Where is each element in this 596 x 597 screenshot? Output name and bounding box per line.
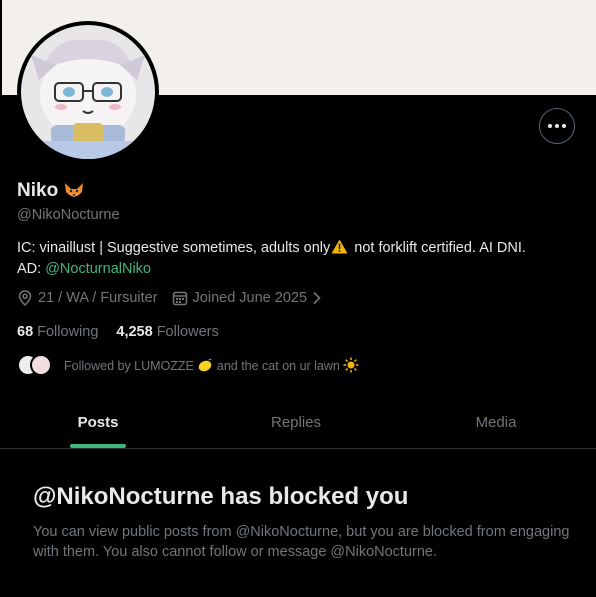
sun-emoji-icon	[343, 357, 359, 373]
tab-replies-label: Replies	[270, 414, 322, 431]
bio-ad-label: AD:	[17, 261, 46, 277]
tab-media-label: Media	[475, 414, 517, 431]
more-icon	[548, 124, 552, 128]
following-link[interactable]: 68 Following	[17, 324, 98, 340]
banner-edge	[0, 0, 2, 95]
blocked-message: You can view public posts from @NikoNoct…	[33, 524, 570, 560]
following-label: Following	[37, 324, 99, 340]
profile-name-row: Niko	[17, 180, 85, 202]
calendar-icon	[172, 291, 187, 306]
bio-text-tail: not forklift certified. AI DNI.	[350, 240, 526, 256]
avatar-image	[21, 25, 155, 159]
active-tab-indicator	[70, 444, 126, 448]
warning-icon	[331, 239, 348, 254]
location-text: 21 / WA / Fursuiter	[38, 290, 158, 306]
profile-bio: IC: vinaillust | Suggestive sometimes, a…	[17, 238, 587, 280]
profile-avatar[interactable]	[17, 21, 159, 163]
followers-label: Followers	[156, 324, 219, 340]
followed-by-suffix: and the cat on ur lawn	[216, 359, 340, 373]
location-icon	[18, 290, 32, 306]
follower-avatar	[30, 354, 52, 376]
fox-emoji-icon	[65, 183, 84, 197]
profile-tabs: Posts Replies Media	[0, 399, 596, 449]
followers-count: 4,258	[116, 324, 153, 340]
profile-meta: 21 / WA / Fursuiter Joined June 2025	[17, 290, 341, 306]
location-item: 21 / WA / Fursuiter	[17, 290, 158, 306]
followed-by-text: Followed by LUMOZZE and the cat on ur la…	[64, 357, 359, 373]
followers-link[interactable]: 4,258 Followers	[116, 324, 218, 340]
chevron-right-icon	[313, 291, 321, 305]
joined-item[interactable]: Joined June 2025	[172, 290, 328, 306]
tab-posts[interactable]: Posts	[0, 399, 196, 448]
tab-replies[interactable]: Replies	[196, 399, 396, 448]
profile-name: Niko	[17, 180, 59, 201]
followed-by[interactable]: Followed by LUMOZZE and the cat on ur la…	[17, 354, 359, 376]
more-options-button[interactable]	[539, 108, 575, 144]
followed-by-prefix: Followed by LUMOZZE	[64, 359, 194, 373]
joined-text: Joined June 2025	[192, 290, 308, 306]
lemon-emoji-icon	[199, 358, 213, 372]
tab-media[interactable]: Media	[396, 399, 596, 448]
blocked-title: @NikoNocturne has blocked you	[33, 483, 409, 510]
tab-posts-label: Posts	[77, 414, 119, 431]
follow-counts: 68 Following 4,258 Followers	[17, 324, 237, 340]
bio-mention-link[interactable]: @NocturnalNiko	[45, 261, 151, 277]
bio-text: IC: vinaillust | Suggestive sometimes, a…	[17, 240, 331, 256]
following-count: 68	[17, 324, 34, 340]
profile-handle: @NikoNocturne	[17, 207, 120, 223]
